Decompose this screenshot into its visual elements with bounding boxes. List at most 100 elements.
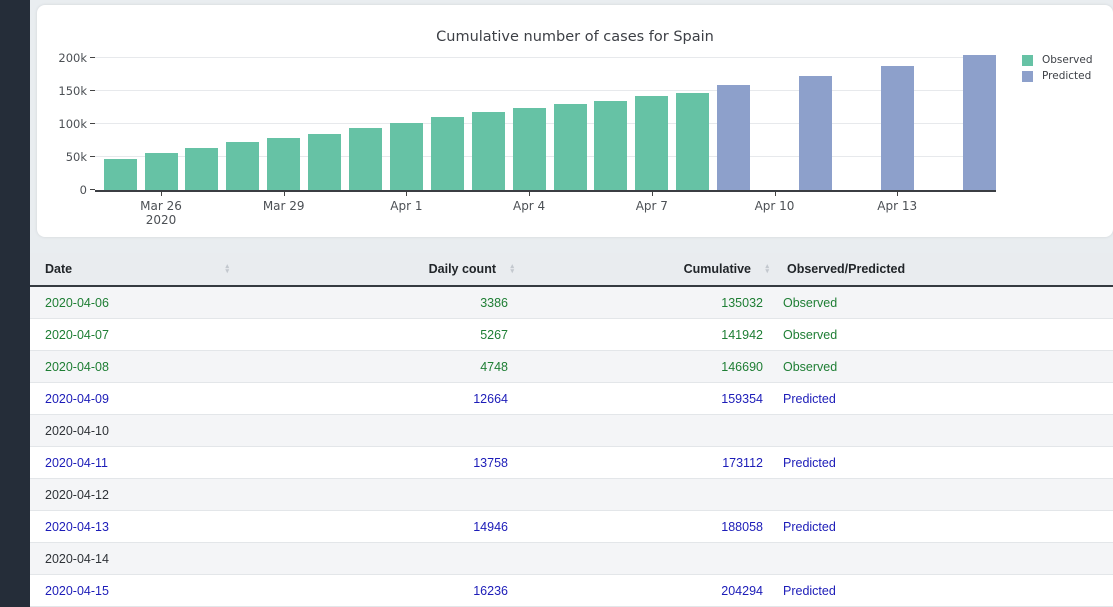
bar-observed[interactable] [103, 159, 137, 190]
legend-swatch-icon [1022, 70, 1033, 82]
x-axis-label: Apr 10 [754, 199, 795, 213]
table-row: 2020-04-12 [30, 478, 1113, 511]
cell-status [775, 542, 1113, 575]
cell-daily-count [235, 414, 520, 447]
cell-cumulative: 188058 [520, 510, 775, 543]
bar-observed[interactable] [226, 142, 260, 190]
table-row: 2020-04-07 5267 141942 Observed [30, 318, 1113, 351]
legend-item-observed[interactable]: Observed [1022, 54, 1093, 66]
column-header-cumulative-label: Cumulative [683, 262, 751, 276]
cell-cumulative [520, 478, 775, 511]
bar-observed[interactable] [553, 104, 587, 190]
cell-status: Observed [775, 318, 1113, 351]
cases-table: Date ▴ ▾ Daily count ▴ ▾ Cumulative ▴ ▾ Obs… [30, 253, 1113, 607]
cell-cumulative: 159354 [520, 382, 775, 415]
cell-daily-count: 3386 [235, 286, 520, 319]
column-header-daily-count[interactable]: Daily count ▴ ▾ [235, 253, 520, 287]
cell-date: 2020-04-12 [30, 478, 235, 511]
x-axis-label: Apr 1 [390, 199, 423, 213]
cell-date: 2020-04-07 [30, 318, 235, 351]
bar-observed[interactable] [349, 128, 382, 190]
cell-status: Predicted [775, 574, 1113, 607]
cell-date: 2020-04-11 [30, 446, 235, 479]
cell-date: 2020-04-09 [30, 382, 235, 415]
cell-status [775, 478, 1113, 511]
bar-predicted[interactable] [798, 76, 832, 190]
gridline [95, 57, 996, 58]
y-tick [90, 123, 95, 124]
sort-icon: ▴ ▾ [765, 263, 769, 275]
cell-daily-count: 5267 [235, 318, 520, 351]
y-axis-label: 0 [79, 183, 87, 197]
bar-observed[interactable] [594, 101, 628, 190]
column-header-date-label: Date [45, 262, 73, 276]
cell-cumulative: 135032 [520, 286, 775, 319]
table-row: 2020-04-09 12664 159354 Predicted [30, 382, 1113, 415]
chart-legend: Observed Predicted [1022, 54, 1093, 86]
bar-observed[interactable] [389, 123, 423, 190]
cell-daily-count [235, 542, 520, 575]
bar-observed[interactable] [144, 153, 178, 190]
cell-date: 2020-04-13 [30, 510, 235, 543]
bar-observed[interactable] [308, 134, 342, 190]
legend-item-predicted[interactable]: Predicted [1022, 70, 1093, 82]
table-row: 2020-04-14 [30, 542, 1113, 575]
bar-observed[interactable] [676, 93, 710, 190]
cell-date: 2020-04-14 [30, 542, 235, 575]
table-row: 2020-04-11 13758 173112 Predicted [30, 446, 1113, 479]
bar-predicted[interactable] [880, 66, 914, 190]
cell-daily-count: 13758 [235, 446, 520, 479]
cell-status: Predicted [775, 510, 1113, 543]
cell-cumulative: 146690 [520, 350, 775, 383]
x-tick [406, 192, 408, 196]
table-row: 2020-04-15 16236 204294 Predicted [30, 574, 1113, 607]
x-tick [774, 192, 776, 196]
bar-observed[interactable] [267, 138, 301, 190]
bar-predicted[interactable] [962, 55, 996, 190]
cell-cumulative: 204294 [520, 574, 775, 607]
table-row: 2020-04-06 3386 135032 Observed [30, 286, 1113, 319]
bar-predicted[interactable] [717, 85, 751, 190]
bar-observed[interactable] [185, 148, 219, 190]
x-tick [161, 192, 162, 196]
cell-daily-count: 14946 [235, 510, 520, 543]
cell-cumulative [520, 414, 775, 447]
cell-status: Observed [775, 286, 1113, 319]
chart-plot-area: 0 50k 100k 150k 200k Mar 26 2020 Mar 29 Apr 1 Apr… [58, 51, 996, 227]
table-header: Date ▴ ▾ Daily count ▴ ▾ Cumulative ▴ ▾ Obs… [30, 253, 1113, 287]
bar-observed[interactable] [430, 117, 464, 190]
column-header-date[interactable]: Date ▴ ▾ [30, 253, 235, 287]
y-axis-label: 200k [58, 51, 87, 65]
y-tick [90, 57, 95, 58]
x-axis-label: Mar 29 [262, 199, 305, 213]
cell-cumulative: 141942 [520, 318, 775, 351]
legend-swatch-icon [1022, 54, 1033, 66]
legend-label: Predicted [1042, 70, 1092, 82]
column-header-daily-count-label: Daily count [428, 262, 496, 276]
bar-observed[interactable] [471, 112, 505, 190]
cell-daily-count: 16236 [235, 574, 520, 607]
x-axis-label: Apr 13 [877, 199, 918, 213]
y-tick [90, 156, 95, 157]
chart-panel: Cumulative number of cases for Spain 0 50… [37, 5, 1113, 237]
table-header-row: Date ▴ ▾ Daily count ▴ ▾ Cumulative ▴ ▾ Obs… [30, 253, 1113, 287]
column-header-cumulative[interactable]: Cumulative ▴ ▾ [520, 253, 775, 287]
x-axis-label: Mar 26 2020 [140, 199, 182, 227]
table-row: 2020-04-13 14946 188058 Predicted [30, 510, 1113, 543]
table-body: 2020-04-06 3386 135032 Observed 2020-04-07 52… [30, 286, 1113, 607]
column-header-observed-predicted: Observed/Predicted [775, 253, 1113, 287]
y-axis-label: 100k [58, 117, 87, 131]
collapsed-sidebar [0, 0, 30, 607]
x-tick [529, 192, 531, 196]
bar-observed[interactable] [635, 96, 669, 190]
x-tick [897, 192, 899, 196]
y-axis-label: 150k [58, 84, 87, 98]
x-axis-label: Apr 7 [635, 199, 668, 213]
bar-observed[interactable] [512, 108, 546, 190]
x-tick [283, 192, 285, 196]
cell-date: 2020-04-15 [30, 574, 235, 607]
table-row: 2020-04-08 4748 146690 Observed [30, 350, 1113, 383]
column-header-observed-predicted-label: Observed/Predicted [787, 262, 906, 276]
cell-date: 2020-04-10 [30, 414, 235, 447]
y-tick [90, 90, 95, 91]
